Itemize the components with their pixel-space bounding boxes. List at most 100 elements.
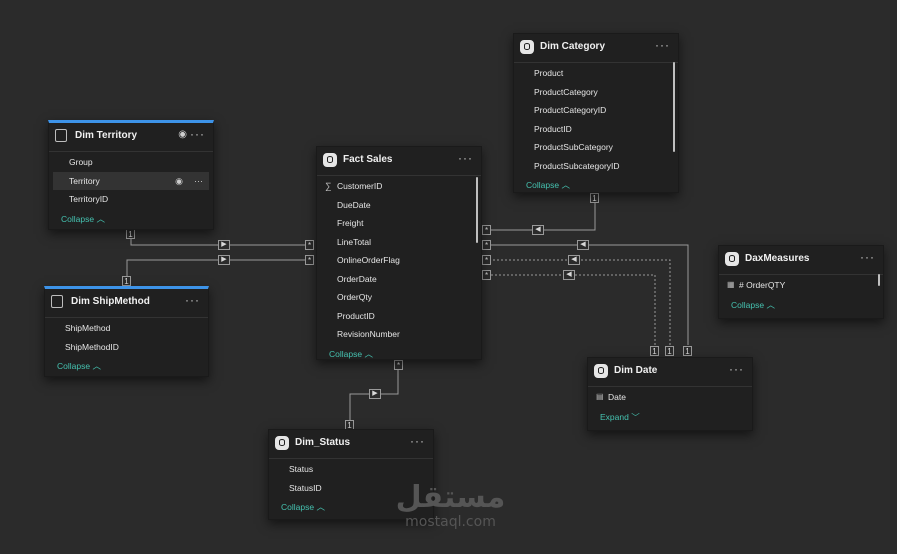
more-options-icon[interactable]: ··· xyxy=(458,151,473,165)
field-row[interactable]: ProductSubcategoryID xyxy=(514,157,678,176)
table-header[interactable]: Dim Territory ◉ ··· xyxy=(49,123,213,152)
field-row[interactable]: ProductCategory xyxy=(514,83,678,102)
chevron-up-icon: ︿ xyxy=(364,348,373,359)
cardinality-one: 1 xyxy=(650,346,659,356)
chevron-up-icon: ︿ xyxy=(561,180,570,190)
more-options-icon[interactable]: ··· xyxy=(655,38,670,52)
collapse-label: Collapse xyxy=(329,348,363,359)
collapse-button[interactable]: Collapse ︿ xyxy=(719,295,883,315)
more-options-icon[interactable]: ··· xyxy=(860,250,875,264)
table-header[interactable]: DaxMeasures ··· xyxy=(719,246,883,275)
expand-button[interactable]: Expand ﹀ xyxy=(588,407,752,427)
eye-icon[interactable]: ◉ xyxy=(175,172,183,191)
table-header[interactable]: Dim Category ··· xyxy=(514,34,678,63)
field-row[interactable]: ∑ CustomerID xyxy=(317,177,481,196)
watermark-arabic: مستقل xyxy=(395,480,506,515)
field-row[interactable]: Product xyxy=(514,64,678,83)
chevron-up-icon: ︿ xyxy=(766,299,775,310)
cardinality-many: * xyxy=(482,225,491,235)
field-row[interactable]: RevisionNumber xyxy=(317,325,481,344)
field-row[interactable]: ▤ Date xyxy=(588,388,752,407)
cardinality-many: * xyxy=(305,240,314,250)
field-label: Territory xyxy=(69,175,100,186)
collapse-label: Collapse xyxy=(281,502,315,512)
field-row[interactable]: OnlineOrderFlag xyxy=(317,251,481,270)
table-header[interactable]: Dim ShipMethod ··· xyxy=(45,289,208,318)
calendar-icon: ▤ xyxy=(596,392,604,401)
table-card-dim-territory[interactable]: Dim Territory ◉ ··· Group Territory ◉ ··… xyxy=(48,120,214,230)
table-card-dim-shipmethod[interactable]: Dim ShipMethod ··· ShipMethod ShipMethod… xyxy=(44,286,209,377)
filter-direction-icon: ▶ xyxy=(218,240,230,250)
field-row[interactable]: OrderQty xyxy=(317,288,481,307)
chevron-down-icon: ﹀ xyxy=(631,411,640,422)
field-label: CustomerID xyxy=(337,181,383,191)
table-header[interactable]: Dim Date ··· xyxy=(588,358,752,387)
cardinality-many: * xyxy=(482,255,491,265)
chevron-up-icon: ︿ xyxy=(96,213,105,224)
table-title: Fact Sales xyxy=(343,154,393,165)
rel-date-fact-3 xyxy=(487,274,656,345)
field-row[interactable]: ProductID xyxy=(514,120,678,139)
field-row[interactable]: Group xyxy=(49,153,213,172)
field-row[interactable]: DueDate xyxy=(317,196,481,215)
expand-label: Expand xyxy=(600,411,629,422)
sigma-icon: ∑ xyxy=(325,181,332,191)
table-card-fact-sales[interactable]: Fact Sales ··· ∑ CustomerID DueDate Freig… xyxy=(316,146,482,360)
collapse-label: Collapse xyxy=(731,299,765,310)
table-title: Dim ShipMethod xyxy=(71,296,150,307)
more-options-icon[interactable]: ··· xyxy=(729,362,744,376)
table-icon xyxy=(323,153,337,167)
field-row[interactable]: TerritoryID xyxy=(49,190,213,209)
filter-direction-icon: ▶ xyxy=(218,255,230,265)
collapse-label: Collapse xyxy=(57,361,91,371)
field-row[interactable]: OrderDate xyxy=(317,270,481,289)
field-row[interactable]: LineTotal xyxy=(317,233,481,252)
table-card-dim-category[interactable]: Dim Category ··· Product ProductCategory… xyxy=(513,33,679,193)
collapse-button[interactable]: Collapse ︿ xyxy=(514,175,678,195)
collapse-button[interactable]: Collapse ︿ xyxy=(49,209,213,229)
table-title: Dim Date xyxy=(614,365,658,376)
collapse-label: Collapse xyxy=(526,180,560,190)
cardinality-one: 1 xyxy=(665,346,674,356)
field-label: Date xyxy=(608,392,626,402)
chevron-up-icon: ︿ xyxy=(92,361,101,371)
field-row[interactable]: ProductCategoryID xyxy=(514,101,678,120)
calculated-table-icon xyxy=(55,129,67,142)
table-header[interactable]: Fact Sales ··· xyxy=(317,147,481,176)
field-row[interactable]: ProductSubCategory xyxy=(514,138,678,157)
table-card-dim-date[interactable]: Dim Date ··· ▤ Date Expand ﹀ xyxy=(587,357,753,431)
filter-direction-icon: ◀ xyxy=(563,270,575,280)
cardinality-many: * xyxy=(305,255,314,265)
collapse-label: Collapse xyxy=(61,213,95,224)
cardinality-one: 1 xyxy=(683,346,692,356)
field-row[interactable]: Status xyxy=(269,460,433,479)
field-row[interactable]: ProductID xyxy=(317,307,481,326)
field-row[interactable]: ▦ # OrderQTY xyxy=(719,276,883,295)
field-row[interactable]: ShipMethodID xyxy=(45,338,208,357)
field-row[interactable]: ShipMethod xyxy=(45,319,208,338)
filter-direction-icon: ◀ xyxy=(577,240,589,250)
table-card-daxmeasures[interactable]: DaxMeasures ··· ▦ # OrderQTY Collapse ︿ xyxy=(718,245,884,319)
filter-direction-icon: ◀ xyxy=(532,225,544,235)
collapse-button[interactable]: Collapse ︿ xyxy=(317,344,481,364)
filter-direction-icon: ◀ xyxy=(568,255,580,265)
table-icon xyxy=(520,40,534,54)
more-options-icon[interactable]: ··· xyxy=(190,127,205,141)
more-options-icon[interactable]: ··· xyxy=(185,293,200,307)
collapse-button[interactable]: Collapse ︿ xyxy=(45,356,208,376)
cardinality-one: 1 xyxy=(126,229,135,239)
field-row[interactable]: Freight xyxy=(317,214,481,233)
table-title: Dim Category xyxy=(540,41,606,52)
table-title: Dim_Status xyxy=(295,437,351,448)
table-header[interactable]: Dim_Status ··· xyxy=(269,430,433,459)
eye-icon[interactable]: ◉ xyxy=(178,129,187,140)
more-options-icon[interactable]: ··· xyxy=(410,434,425,448)
field-row-selected[interactable]: Territory ◉ ··· xyxy=(53,171,209,191)
watermark-latin: mostaql.com xyxy=(405,514,496,530)
rel-date-fact-2 xyxy=(487,259,671,345)
calculated-table-icon xyxy=(51,295,63,308)
cardinality-one: 1 xyxy=(122,276,131,286)
table-icon xyxy=(594,364,608,378)
more-options-icon[interactable]: ··· xyxy=(194,172,203,191)
table-icon xyxy=(725,252,739,266)
